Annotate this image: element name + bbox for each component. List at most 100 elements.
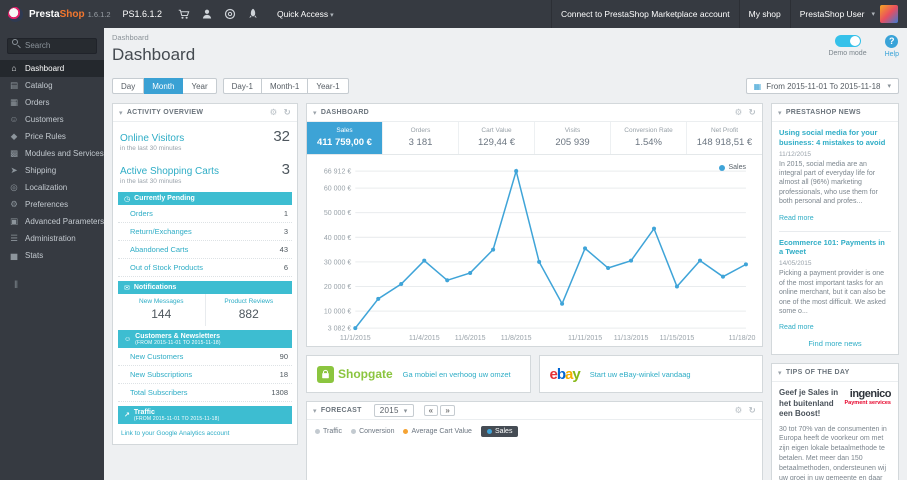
news-article-date: 11/12/2015 — [779, 150, 812, 158]
rocket-icon[interactable] — [247, 8, 259, 20]
new-messages-cell[interactable]: New Messages 144 — [118, 294, 205, 326]
sidebar-item-shipping[interactable]: ➤ Shipping — [0, 162, 104, 179]
ebay-promo: ebay Start uw eBay-winkel vandaag — [538, 355, 763, 394]
traffic-subtitle: (FROM 2015-11-01 TO 2015-11-18) — [133, 415, 220, 422]
row-value: 43 — [279, 245, 288, 254]
sidebar-item-localization[interactable]: ◎ Localization — [0, 179, 104, 196]
pending-row-abandoned-carts[interactable]: Abandoned Carts 43 — [118, 241, 292, 259]
online-visitors-metric: Online Visitors 32 in the last 30 minutes — [113, 122, 297, 155]
user-menu[interactable]: PrestaShop User ▾ — [789, 0, 907, 28]
kpi-sales[interactable]: Sales 411 759,00 € — [307, 122, 383, 154]
sidebar-item-stats[interactable]: ▅ Stats — [0, 247, 104, 264]
sidebar-item-dashboard[interactable]: ⌂ Dashboard — [0, 59, 104, 77]
kpi-net-profit[interactable]: Net Profit 148 918,51 € — [687, 122, 762, 154]
cell-label: Product Reviews — [224, 298, 274, 305]
demo-mode-toggle[interactable] — [834, 35, 861, 47]
sidebar-collapse-button[interactable]: ‖ — [14, 280, 104, 291]
filter-day-1-button[interactable]: Day-1 — [222, 78, 262, 94]
kpi-visits[interactable]: Visits 205 939 — [535, 122, 611, 154]
forecast-legend-conversion[interactable]: Conversion — [351, 428, 394, 435]
sidebar-item-label: Stats — [25, 250, 44, 260]
sidebar-item-advanced-parameters[interactable]: ▣ Advanced Parameters — [0, 213, 104, 230]
person-icon[interactable] — [201, 8, 213, 20]
filter-year-button[interactable]: Year — [183, 78, 217, 94]
find-more-news-link[interactable]: Find more news — [779, 339, 891, 348]
kpi-cart-value[interactable]: Cart Value 129,44 € — [459, 122, 535, 154]
sidebar-item-modules[interactable]: ▩ Modules and Services — [0, 145, 104, 162]
row-value: 6 — [283, 263, 288, 272]
active-carts-label[interactable]: Active Shopping Carts — [120, 166, 219, 177]
ebay-letter: b — [556, 365, 566, 383]
my-shop-link[interactable]: My shop — [738, 0, 790, 28]
panel-caret-icon: ▾ — [778, 369, 782, 377]
total-subscribers-row[interactable]: Total Subscribers 1308 — [118, 384, 292, 402]
sales-chart-svg: 66 912 € 60 000 € 50 000 € 40 000 € 30 000 €… — [324, 168, 756, 342]
online-visitors-label[interactable]: Online Visitors — [120, 133, 184, 144]
forecast-year-select[interactable]: 2015 ▾ — [373, 404, 414, 418]
product-reviews-cell[interactable]: Product Reviews 882 — [204, 294, 293, 326]
gear-icon[interactable]: ⚙ — [735, 107, 743, 118]
quick-access-menu[interactable]: Quick Access ▾ — [277, 9, 334, 19]
help-icon[interactable]: ? — [885, 35, 899, 48]
new-customers-row[interactable]: New Customers 90 — [118, 348, 292, 366]
traffic-header: ↗ Traffic (FROM 2015-11-01 TO 2015-11-18) — [118, 406, 292, 424]
trend-icon: ↗ — [124, 412, 130, 419]
prev-year-button[interactable]: « — [423, 405, 439, 417]
svg-text:11/15/2015: 11/15/2015 — [660, 335, 695, 342]
user-avatar — [880, 5, 898, 23]
google-analytics-link[interactable]: Link to your Google Analytics account — [113, 424, 297, 444]
news-article-title[interactable]: Ecommerce 101: Payments in a Tweet — [779, 238, 891, 258]
filter-month-button[interactable]: Month — [144, 78, 184, 94]
notifications-header: ✉ Notifications — [118, 281, 292, 294]
pending-row-orders[interactable]: Orders 1 — [118, 205, 292, 223]
chart-legend[interactable]: Sales — [719, 164, 746, 171]
row-label: Return/Exchanges — [130, 227, 192, 236]
new-subscriptions-row[interactable]: New Subscriptions 18 — [118, 366, 292, 384]
customers-icon: ☺ — [9, 114, 19, 124]
gear-icon[interactable]: ⚙ — [735, 405, 743, 416]
forecast-legend: Traffic Conversion Average Cart Value Sa… — [307, 420, 762, 443]
ebay-link[interactable]: Start uw eBay-winkel vandaag — [590, 370, 691, 379]
refresh-icon[interactable]: ↻ — [749, 405, 756, 416]
ingenico-name: ingenico — [849, 388, 892, 401]
filter-month-1-button[interactable]: Month-1 — [261, 78, 309, 94]
gear-icon[interactable]: ⚙ — [270, 107, 278, 118]
sidebar-search — [7, 35, 97, 54]
shopgate-name: Shopgate — [338, 367, 393, 382]
shopgate-link[interactable]: Ga mobiel en verhoog uw omzet — [403, 370, 511, 379]
page-title: Dashboard — [112, 45, 196, 64]
search-input[interactable] — [7, 37, 97, 54]
sidebar-item-customers[interactable]: ☺ Customers — [0, 111, 104, 128]
forecast-legend-average-cart-value[interactable]: Average Cart Value — [403, 428, 472, 435]
kpi-orders[interactable]: Orders 3 181 — [383, 122, 459, 154]
refresh-icon[interactable]: ↻ — [284, 107, 291, 118]
administration-icon: ☰ — [10, 232, 18, 243]
next-year-button[interactable]: » — [440, 405, 456, 417]
cell-value: 882 — [238, 307, 259, 321]
sidebar-item-administration[interactable]: ☰ Administration — [0, 230, 104, 247]
date-range-picker[interactable]: ▦ From 2015-11-01 To 2015-11-18 ▾ — [745, 78, 899, 94]
sidebar-item-preferences[interactable]: ⚙ Preferences — [0, 196, 104, 213]
sidebar-item-catalog[interactable]: ▤ Catalog — [0, 77, 104, 94]
kpi-value: 3 181 — [408, 137, 433, 148]
pending-row-out-of-stock[interactable]: Out of Stock Products 6 — [118, 259, 292, 277]
sidebar-item-orders[interactable]: ▦ Orders — [0, 94, 104, 111]
read-more-link[interactable]: Read more — [779, 324, 814, 331]
pending-row-returns[interactable]: Return/Exchanges 3 — [118, 223, 292, 241]
cart-icon[interactable] — [178, 8, 190, 20]
forecast-legend-traffic[interactable]: Traffic — [315, 428, 342, 435]
row-label: New Customers — [130, 352, 184, 361]
filter-day-button[interactable]: Day — [112, 78, 145, 94]
refresh-icon[interactable]: ↻ — [749, 107, 756, 118]
marketplace-connect-link[interactable]: Connect to PrestaShop Marketplace accoun… — [550, 0, 739, 28]
legend-dot-icon — [403, 429, 409, 435]
lifering-icon[interactable] — [224, 8, 236, 20]
read-more-link[interactable]: Read more — [779, 215, 814, 222]
news-article-title[interactable]: Using social media for your business: 4 … — [779, 128, 891, 148]
forecast-legend-sales[interactable]: Sales — [480, 426, 519, 438]
sidebar-item-price-rules[interactable]: ◆ Price Rules — [0, 128, 104, 145]
legend-label: Traffic — [323, 428, 343, 436]
filter-year-1-button[interactable]: Year-1 — [308, 78, 349, 94]
cell-label: New Messages — [139, 298, 184, 305]
kpi-conversion-rate[interactable]: Conversion Rate 1.54% — [611, 122, 687, 154]
